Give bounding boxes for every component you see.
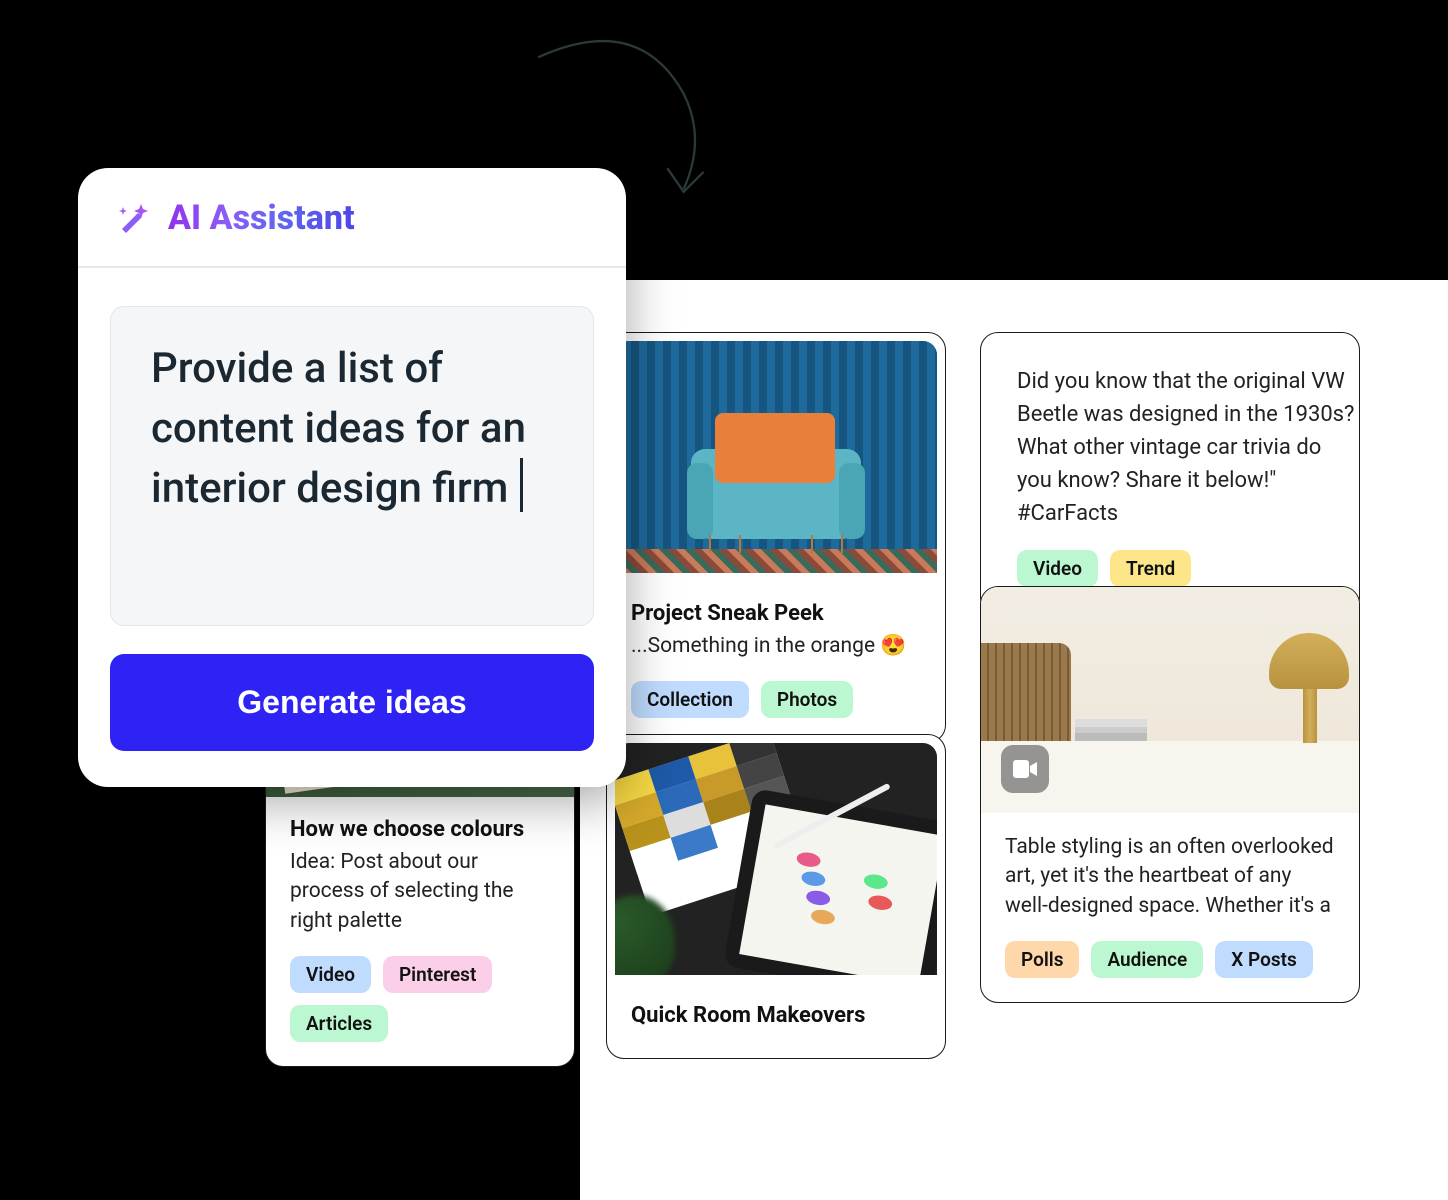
card-quick-makeovers[interactable]: Quick Room Makeovers — [606, 734, 946, 1059]
tag-photos[interactable]: Photos — [761, 681, 853, 718]
card-image — [615, 743, 937, 975]
video-icon — [1001, 745, 1049, 793]
card-image — [615, 341, 937, 573]
tag-collection[interactable]: Collection — [631, 681, 749, 718]
ai-panel-title: AI Assistant — [168, 198, 355, 238]
card-colours[interactable]: PANT... Willow Bough How we choose colou… — [265, 740, 575, 1067]
tag-articles[interactable]: Articles — [290, 1005, 388, 1042]
prompt-input[interactable]: Provide a list of content ideas for an i… — [110, 306, 594, 626]
card-desc: Did you know that the original VW Beetle… — [1017, 365, 1359, 530]
card-desc: Table styling is an often overlooked art… — [1005, 833, 1335, 921]
content-area: Project Sneak Peek ...Something in the o… — [580, 280, 1448, 1200]
card-sneak-peek[interactable]: Project Sneak Peek ...Something in the o… — [606, 332, 946, 743]
card-title: Quick Room Makeovers — [631, 1003, 921, 1028]
tag-row: Video Pinterest Articles — [290, 956, 550, 1042]
tag-row: Polls Audience X Posts — [1005, 941, 1335, 978]
tag-pinterest[interactable]: Pinterest — [383, 956, 492, 993]
tag-trend[interactable]: Trend — [1110, 550, 1191, 587]
tag-row: Video Trend — [1017, 550, 1359, 587]
tag-video[interactable]: Video — [290, 956, 371, 993]
card-table-styling[interactable]: Table styling is an often overlooked art… — [980, 586, 1360, 1003]
ai-assistant-panel: AI Assistant Provide a list of content i… — [78, 168, 626, 787]
tag-row: Collection Photos — [631, 681, 921, 718]
ai-panel-header: AI Assistant — [78, 168, 626, 268]
card-title: How we choose colours — [290, 817, 550, 842]
card-beetle[interactable]: Did you know that the original VW Beetle… — [980, 332, 1360, 616]
card-image — [981, 587, 1359, 813]
text-cursor — [520, 458, 523, 512]
card-desc: ...Something in the orange 😍 — [631, 632, 921, 661]
tag-audience[interactable]: Audience — [1091, 941, 1203, 978]
tag-xposts[interactable]: X Posts — [1215, 941, 1313, 978]
card-title: Project Sneak Peek — [631, 601, 921, 626]
tag-video[interactable]: Video — [1017, 550, 1098, 587]
card-desc: Idea: Post about our process of selectin… — [290, 848, 550, 936]
magic-wand-icon — [116, 201, 150, 235]
tag-polls[interactable]: Polls — [1005, 941, 1079, 978]
generate-button[interactable]: Generate ideas — [110, 654, 594, 751]
